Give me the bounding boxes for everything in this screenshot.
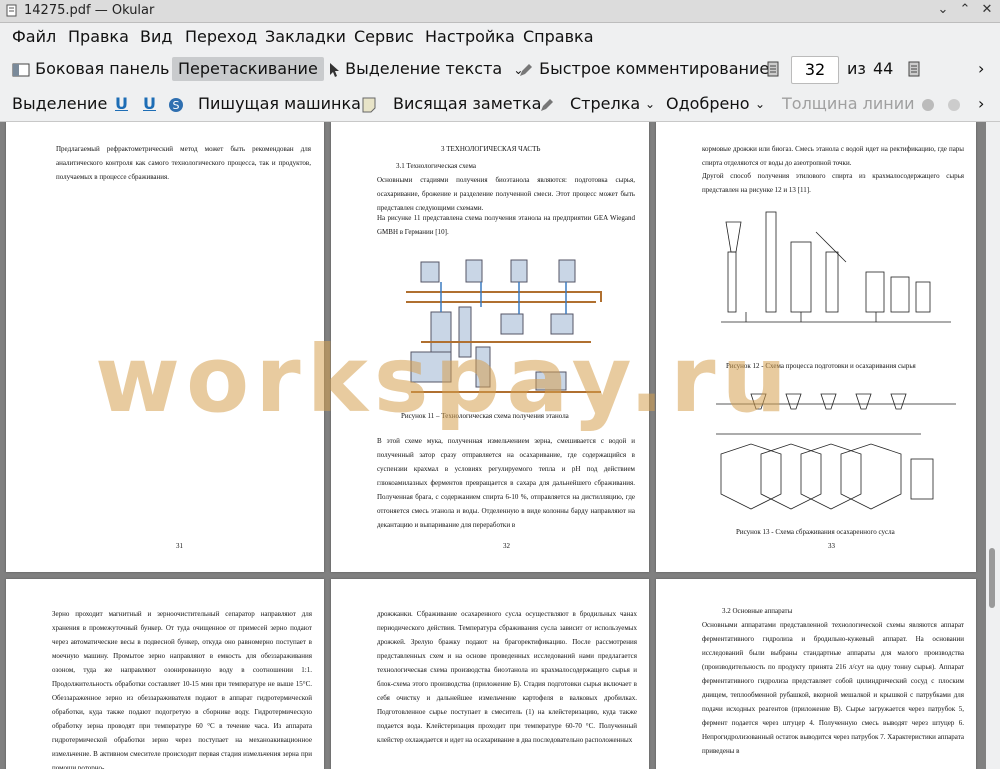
page-32: 3 ТЕХНОЛОГИЧЕСКАЯ ЧАСТЬ 3.1 Технологичес… <box>331 122 649 572</box>
title-bar: 14275.pdf — Okular ⌄ ⌃ ✕ <box>0 0 1000 23</box>
figure-12-caption: Рисунок 12 - Схема процесса подготовки и… <box>726 362 916 370</box>
page-number-input[interactable]: 32 <box>791 56 839 84</box>
menu-go[interactable]: Переход <box>185 27 257 46</box>
stamp-tool[interactable]: Одобрено <box>666 92 750 116</box>
menu-view[interactable]: Вид <box>140 27 172 46</box>
figure-11-ethanol-scheme <box>401 252 611 402</box>
page-33: кормовые дрожжи или биогаз. Смесь этанол… <box>656 122 976 572</box>
typewriter-tool[interactable]: Пишущая машинка <box>198 92 361 116</box>
more-tools-chevron-icon[interactable]: › <box>978 92 984 116</box>
figure-11-caption: Рисунок 11 – Технологическая схема получ… <box>401 412 569 420</box>
strikeout-icon[interactable]: S <box>168 92 184 116</box>
next-page-icon[interactable] <box>908 61 920 77</box>
arrow-tool[interactable]: Стрелка <box>570 92 640 116</box>
sidebar-icon <box>12 63 30 76</box>
menu-tools[interactable]: Сервис <box>354 27 414 46</box>
squiggle-underline-icon[interactable]: U <box>143 92 156 116</box>
page-number-33: 33 <box>828 542 835 550</box>
page-35-text: дрожжанки. Сбраживание осахаренного сусл… <box>377 610 637 744</box>
menu-bookmarks[interactable]: Закладки <box>265 27 346 46</box>
minimize-icon[interactable]: ⌄ <box>935 2 951 18</box>
stamp-chevron-down-icon[interactable]: ⌄ <box>755 92 765 116</box>
pen-icon <box>520 63 532 76</box>
page-31: Предлагаемый рефрактометрический метод м… <box>6 122 324 572</box>
document-viewport[interactable]: Предлагаемый рефрактометрический метод м… <box>0 122 986 769</box>
opacity-icon[interactable] <box>946 92 962 116</box>
menu-file[interactable]: Файл <box>12 27 56 46</box>
page-32-para1: Основными стадиями получения биоэтанола … <box>377 176 635 212</box>
menu-settings[interactable]: Настройка <box>425 27 515 46</box>
close-icon[interactable]: ✕ <box>979 2 995 18</box>
page-34: Зерно проходит магнитный и зерноочистите… <box>6 579 324 769</box>
underline-icon[interactable]: U <box>115 92 128 116</box>
page-number-32: 32 <box>503 542 510 550</box>
page-total: 44 <box>873 59 894 78</box>
figure-13-fermentation-scheme <box>711 384 961 514</box>
page-of-label: из <box>847 59 866 78</box>
page-number-31: 31 <box>176 542 183 550</box>
more-chevron-icon[interactable]: › <box>978 57 984 81</box>
annotation-toolbar: Выделение U U S Пишущая машинка Висящая … <box>0 87 1000 122</box>
okular-app-icon <box>6 4 17 17</box>
arrow-chevron-down-icon[interactable]: ⌄ <box>645 92 655 116</box>
figure-12-saccharification-scheme <box>716 202 956 352</box>
line-width-tool[interactable]: Толщина линии <box>782 92 915 116</box>
page-32-subheading: 3.1 Технологическая схема <box>396 162 477 170</box>
page-33-para1: кормовые дрожжи или биогаз. Смесь этанол… <box>702 145 964 167</box>
text-select-label: Выделение текста <box>345 59 503 78</box>
main-toolbar: Боковая панель Перетаскивание Выделение … <box>0 52 1000 86</box>
scrollbar-thumb[interactable] <box>989 548 995 608</box>
page-33-para2: Другой способ получения этилового спирта… <box>702 172 964 194</box>
page-36: 3.2 Основные аппараты Основными аппарата… <box>656 579 976 769</box>
sticky-note-icon[interactable] <box>362 92 376 116</box>
vertical-scrollbar[interactable] <box>986 122 1000 769</box>
page-36-heading: 3.2 Основные аппараты <box>722 607 793 615</box>
page-34-text: Зерно проходит магнитный и зерноочистите… <box>52 610 312 769</box>
menu-bar: Файл Правка Вид Переход Закладки Сервис … <box>0 23 1000 51</box>
quick-comment-label: Быстрое комментирование <box>539 59 770 78</box>
figure-13-caption: Рисунок 13 - Схема сбраживания осахаренн… <box>736 528 895 536</box>
previous-page-icon[interactable] <box>767 61 779 77</box>
page-32-para2: На рисунке 11 представлена схема получен… <box>377 214 635 236</box>
highlight-tool[interactable]: Выделение <box>12 92 107 116</box>
page-36-text: Основными аппаратами представленной техн… <box>702 621 964 755</box>
text-select-button[interactable]: Выделение текста ⌄ <box>328 57 523 81</box>
drag-mode-button[interactable]: Перетаскивание <box>172 57 324 81</box>
page-32-heading: 3 ТЕХНОЛОГИЧЕСКАЯ ЧАСТЬ <box>441 145 541 153</box>
menu-edit[interactable]: Правка <box>68 27 129 46</box>
color-picker-icon[interactable] <box>920 92 936 116</box>
quick-comment-button[interactable]: Быстрое комментирование <box>518 57 769 81</box>
sidebar-button[interactable]: Боковая панель <box>12 57 169 81</box>
arrow-pen-icon[interactable] <box>539 92 555 116</box>
cursor-icon <box>330 62 339 77</box>
menu-help[interactable]: Справка <box>523 27 594 46</box>
window-title: 14275.pdf — Okular <box>24 3 155 18</box>
sidebar-button-label: Боковая панель <box>35 59 170 78</box>
page-35: дрожжанки. Сбраживание осахаренного сусл… <box>331 579 649 769</box>
svg-text:S: S <box>173 99 180 112</box>
page-31-text: Предлагаемый рефрактометрический метод м… <box>56 145 311 181</box>
sticky-note-tool[interactable]: Висящая заметка <box>393 92 541 116</box>
maximize-icon[interactable]: ⌃ <box>957 2 973 18</box>
page-32-para3: В этой схеме мука, полученная измельчени… <box>377 437 635 529</box>
